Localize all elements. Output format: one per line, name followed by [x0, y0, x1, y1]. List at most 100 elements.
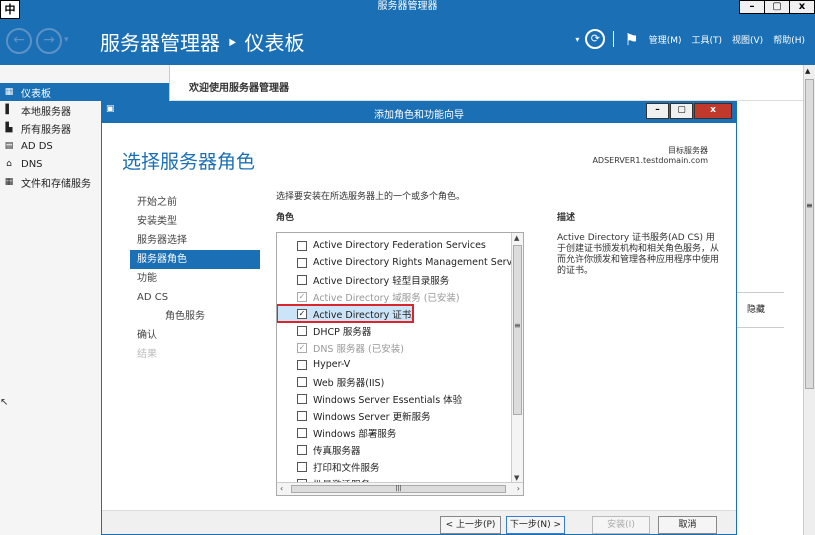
role-item: ✓ DNS 服务器 (已安装)	[277, 339, 513, 356]
roles-label: 角色	[276, 213, 295, 223]
wizard-title: 添加角色和功能向导	[374, 110, 464, 121]
role-label: Hyper-V	[313, 359, 351, 370]
sidebar-item-dashboard[interactable]: ▦ 仪表板	[0, 83, 169, 101]
close-button[interactable]: x	[789, 0, 815, 14]
role-checkbox[interactable]: ✓	[297, 308, 307, 319]
ime-indicator[interactable]: 中	[0, 0, 20, 19]
role-label: Windows 部署服务	[313, 428, 397, 440]
wizard-minimize-button[interactable]: –	[646, 103, 669, 119]
role-item[interactable]: DHCP 服务器	[277, 322, 513, 339]
server-icon: ▌	[5, 105, 13, 115]
role-checkbox[interactable]	[297, 359, 307, 370]
wizard-close-button[interactable]: x	[694, 103, 732, 119]
hide-link[interactable]: 隐藏	[736, 292, 784, 328]
flag-icon[interactable]: ⚑	[624, 30, 638, 49]
back-arrow-icon[interactable]: ←	[6, 28, 32, 54]
sidebar-item-label: 所有服务器	[21, 124, 71, 136]
wizard-heading: 选择服务器角色	[122, 151, 256, 173]
scroll-up-icon[interactable]: ▲	[514, 234, 519, 242]
refresh-icon[interactable]: ⟳	[585, 29, 606, 49]
menu-view[interactable]: 视图(V)	[732, 33, 763, 46]
wizard-step-ad-cs[interactable]: AD CS	[130, 288, 260, 307]
role-label: Windows Server Essentials 体验	[313, 394, 463, 406]
window-title: 服务器管理器	[377, 1, 438, 12]
wizard-step-installation-type[interactable]: 安装类型	[130, 212, 260, 231]
role-checkbox[interactable]	[297, 410, 307, 421]
mouse-pointer-icon: ↖	[0, 397, 9, 408]
role-label: Web 服务器(IIS)	[313, 377, 385, 389]
role-checkbox[interactable]	[297, 257, 307, 268]
next-button[interactable]: 下一步(N) >	[506, 516, 565, 534]
role-checkbox[interactable]	[297, 427, 307, 438]
history-dropdown-icon[interactable]: ▾	[575, 35, 579, 44]
scroll-left-icon[interactable]: ‹	[280, 484, 283, 493]
previous-button[interactable]: < 上一步(P)	[440, 516, 501, 534]
role-label: Active Directory 轻型目录服务	[313, 275, 450, 287]
role-item[interactable]: 传真服务器	[277, 441, 513, 458]
wizard-step-server-roles[interactable]: 服务器角色	[130, 250, 260, 269]
wizard-maximize-button[interactable]: ▢	[670, 103, 693, 119]
wizard-step-confirmation[interactable]: 确认	[130, 326, 260, 345]
scroll-down-icon[interactable]: ▼	[514, 474, 519, 482]
wizard-step-results: 结果	[137, 349, 157, 360]
role-item[interactable]: Active Directory Rights Management Servi…	[277, 254, 513, 271]
scroll-up-icon[interactable]: ▲	[805, 67, 810, 75]
role-item[interactable]: Active Directory 轻型目录服务	[277, 271, 513, 288]
toolbar-divider	[613, 31, 615, 47]
menu-help[interactable]: 帮助(H)	[773, 33, 805, 46]
role-label: Windows Server 更新服务	[313, 411, 431, 423]
destination-server-name: ADSERVER1.testdomain.com	[592, 156, 708, 165]
role-checkbox[interactable]	[297, 325, 307, 336]
roles-horizontal-scrollbar[interactable]: ‹ ||| ›	[277, 482, 523, 495]
directory-icon: ▤	[4, 141, 14, 151]
wizard-step-server-selection[interactable]: 服务器选择	[130, 231, 260, 250]
role-item[interactable]: Web 服务器(IIS)	[277, 373, 513, 390]
wizard-window-controls: – ▢ x	[645, 103, 732, 119]
role-checkbox: ✓	[297, 291, 307, 302]
roles-list-box: Active Directory Federation Services Act…	[276, 232, 524, 496]
role-item[interactable]: Windows Server Essentials 体验	[277, 390, 513, 407]
window-titlebar: 服务器管理器 – ▢ x	[0, 0, 815, 15]
role-checkbox[interactable]	[297, 376, 307, 387]
role-checkbox: ✓	[297, 342, 307, 353]
role-item[interactable]: Windows Server 更新服务	[277, 407, 513, 424]
scroll-right-icon[interactable]: ›	[517, 484, 520, 493]
role-item[interactable]: 打印和文件服务	[277, 458, 513, 475]
role-label: Active Directory 域服务 (已安装)	[313, 292, 460, 304]
wizard-step-role-services[interactable]: 角色服务	[130, 307, 260, 326]
destination-server-label: 目标服务器	[668, 146, 708, 155]
menu-manage[interactable]: 管理(M)	[649, 33, 682, 46]
role-label: DNS 服务器 (已安装)	[313, 343, 404, 355]
role-checkbox[interactable]	[297, 240, 307, 251]
welcome-title: 欢迎使用服务器管理器	[189, 83, 289, 94]
sidebar-item-label: DNS	[21, 158, 43, 170]
main-scrollbar[interactable]: ▲ ≡	[803, 65, 815, 535]
scroll-thumb[interactable]	[513, 245, 522, 415]
roles-vertical-scrollbar[interactable]: ▲ ≡ ▼	[511, 233, 523, 483]
install-button: 安装(I)	[592, 516, 650, 534]
wizard-footer: < 上一步(P) 下一步(N) > 安装(I) 取消	[102, 510, 736, 534]
role-item[interactable]: Active Directory Federation Services	[277, 237, 513, 254]
role-label: 打印和文件服务	[313, 462, 380, 474]
role-checkbox[interactable]	[297, 444, 307, 455]
window-controls: – ▢ x	[739, 0, 815, 14]
scroll-thumb[interactable]	[805, 79, 814, 389]
wizard-step-features[interactable]: 功能	[130, 269, 260, 288]
role-checkbox[interactable]	[297, 274, 307, 285]
forward-arrow-icon[interactable]: →	[36, 28, 62, 54]
app-header: ← → ▾ 服务器管理器 ‣ 仪表板 ▾ ⟳ ⚑ 管理(M) 工具(T) 视图(…	[0, 15, 815, 65]
role-checkbox[interactable]	[297, 461, 307, 472]
cancel-button[interactable]: 取消	[658, 516, 717, 534]
role-item[interactable]: Hyper-V	[277, 356, 513, 373]
wizard-step-before-you-begin[interactable]: 开始之前	[130, 193, 260, 212]
role-checkbox[interactable]	[297, 393, 307, 404]
scroll-grip-icon: ≡	[514, 321, 521, 330]
scroll-thumb[interactable]: |||	[291, 485, 506, 493]
wizard-steps: 开始之前 安装类型 服务器选择 服务器角色 功能 AD CS 角色服务 确认 结…	[130, 193, 260, 364]
minimize-button[interactable]: –	[739, 0, 765, 14]
role-item-selected[interactable]: ✓ Active Directory 证书服务	[277, 304, 414, 323]
menu-tools[interactable]: 工具(T)	[691, 33, 722, 46]
maximize-button[interactable]: ▢	[764, 0, 790, 14]
chevron-down-icon[interactable]: ▾	[64, 35, 69, 45]
role-item[interactable]: Windows 部署服务	[277, 424, 513, 441]
